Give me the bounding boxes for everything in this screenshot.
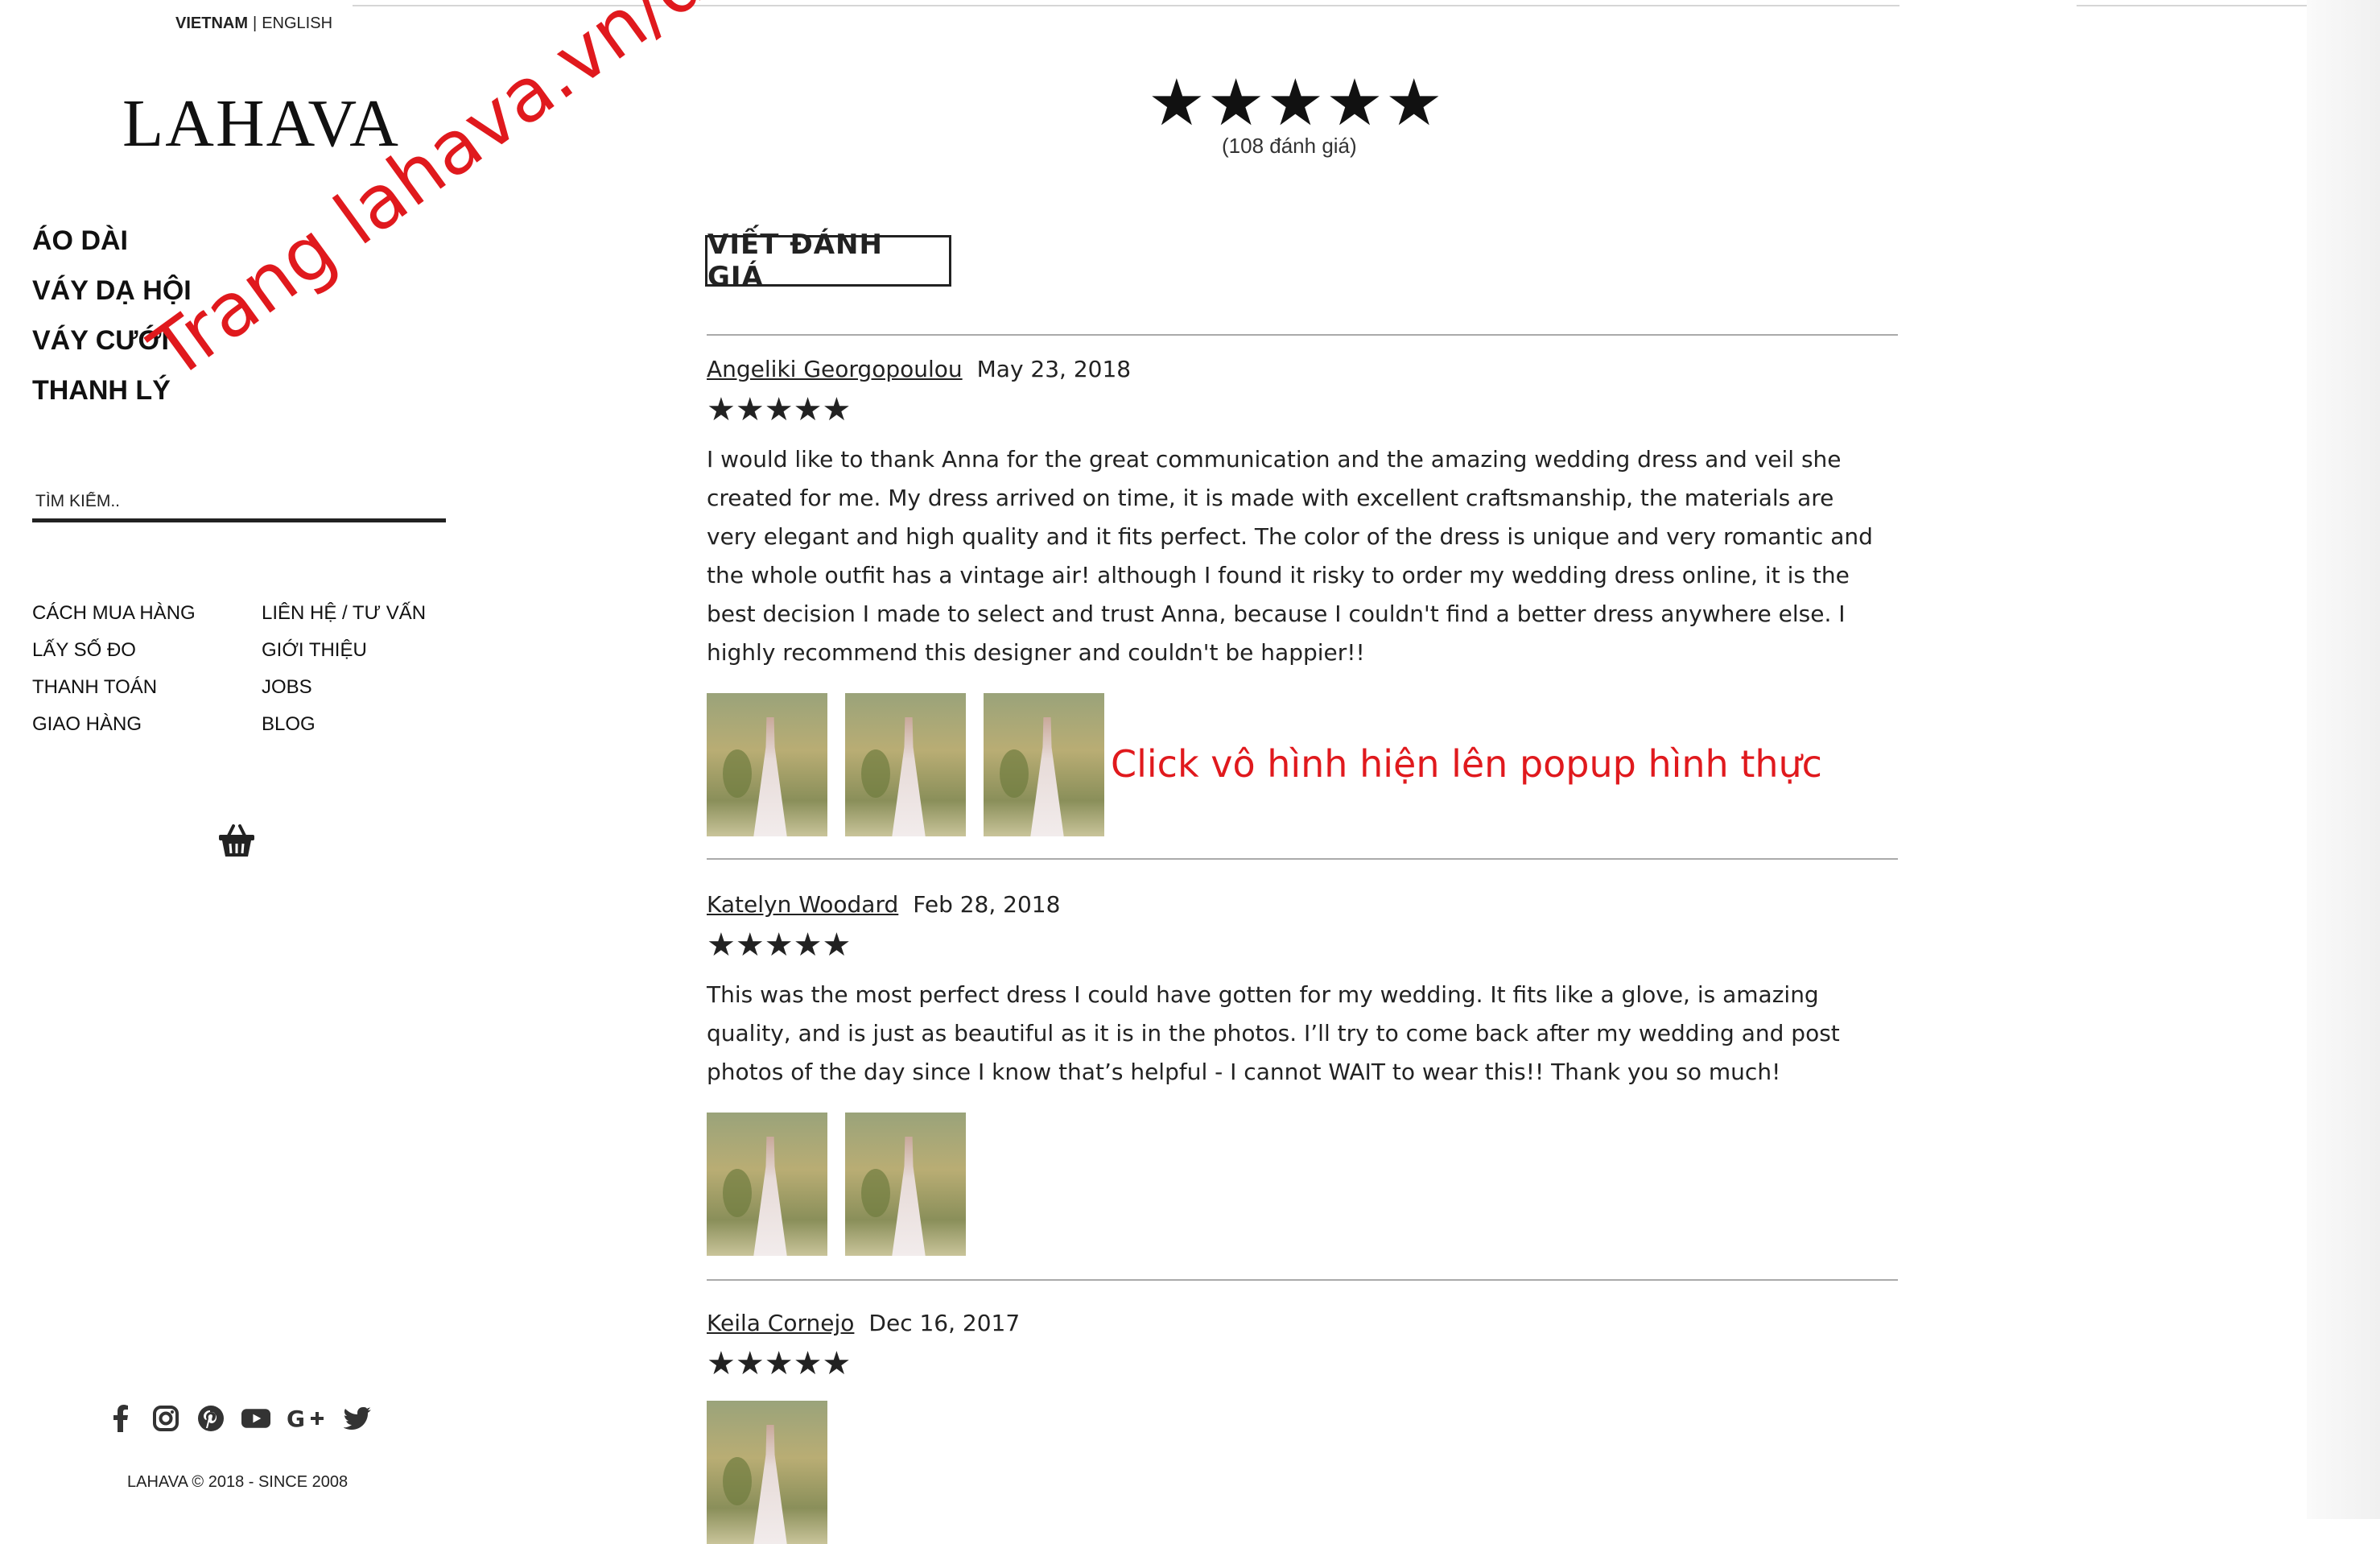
review-photo[interactable]: [707, 1113, 827, 1256]
review-photo[interactable]: [845, 693, 966, 836]
review-header: Keila Cornejo Dec 16, 2017: [707, 1310, 1882, 1336]
pinterest-icon[interactable]: [196, 1404, 225, 1433]
link-gioi-thieu[interactable]: GIỚI THIỆU: [262, 639, 471, 662]
divider: [707, 334, 1898, 336]
review-photos: [707, 1401, 1882, 1544]
language-switch: VIETNAM | ENGLISH: [175, 14, 332, 33]
search-input[interactable]: [32, 485, 446, 522]
review-photo[interactable]: [984, 693, 1104, 836]
overall-rating-stars: ★★★★★: [1148, 65, 1445, 140]
review-item: Keila Cornejo Dec 16, 2017 ★★★★★: [707, 1310, 1882, 1544]
logo[interactable]: LAHAVA: [122, 90, 400, 158]
popup-annotation: Click vô hình hiện lên popup hình thực: [1111, 742, 1822, 786]
instagram-icon[interactable]: [151, 1404, 180, 1433]
google-plus-icon[interactable]: G: [287, 1404, 327, 1433]
link-thanh-toan[interactable]: THANH TOÁN: [32, 676, 262, 699]
review-stars: ★★★★★: [707, 927, 852, 964]
right-edge-shade: [2307, 0, 2380, 1519]
watermark-annotation: Trang lahava.vn/danhgia: [135, 0, 926, 396]
lang-english[interactable]: ENGLISH: [262, 14, 332, 32]
link-jobs[interactable]: JOBS: [262, 676, 471, 699]
nav-item-thanh-ly[interactable]: THANH LÝ: [32, 365, 192, 415]
youtube-icon[interactable]: [241, 1404, 270, 1433]
review-date: May 23, 2018: [976, 356, 1132, 382]
review-header: Angeliki Georgopoulou May 23, 2018: [707, 356, 1882, 382]
review-photo[interactable]: [845, 1113, 966, 1256]
link-lien-he[interactable]: LIÊN HỆ / TƯ VẤN: [262, 602, 471, 625]
social-links: G: [106, 1404, 372, 1433]
link-lay-so-do[interactable]: LẤY SỐ ĐO: [32, 639, 262, 662]
divider: [707, 858, 1898, 860]
review-photo[interactable]: [707, 693, 827, 836]
reviewer-name[interactable]: Keila Cornejo: [707, 1310, 854, 1336]
link-cach-mua-hang[interactable]: CÁCH MUA HÀNG: [32, 602, 262, 625]
review-date: Feb 28, 2018: [913, 891, 1061, 918]
facebook-icon[interactable]: [106, 1404, 135, 1433]
lang-separator: |: [253, 14, 258, 32]
twitter-icon[interactable]: [343, 1404, 372, 1433]
footer-links: CÁCH MUA HÀNG LIÊN HỆ / TƯ VẤN LẤY SỐ ĐO…: [32, 602, 471, 736]
reviewer-name[interactable]: Katelyn Woodard: [707, 891, 898, 918]
write-review-button[interactable]: VIẾT ĐÁNH GIÁ: [705, 229, 951, 293]
reviewer-name[interactable]: Angeliki Georgopoulou: [707, 356, 963, 382]
review-count: (108 đánh giá): [1222, 134, 1357, 158]
review-photos: [707, 1113, 1882, 1256]
review-date: Dec 16, 2017: [868, 1310, 1021, 1336]
review-header: Katelyn Woodard Feb 28, 2018: [707, 891, 1882, 918]
review-text: This was the most perfect dress I could …: [707, 981, 1840, 1085]
review-stars: ★★★★★: [707, 391, 852, 428]
review-text: I would like to thank Anna for the great…: [707, 446, 1873, 666]
link-giao-hang[interactable]: GIAO HÀNG: [32, 713, 262, 736]
nav-item-ao-dai[interactable]: ÁO DÀI: [32, 216, 192, 266]
review-stars: ★★★★★: [707, 1345, 852, 1382]
copyright: LAHAVA © 2018 - SINCE 2008: [127, 1473, 349, 1491]
review-item: Katelyn Woodard Feb 28, 2018 ★★★★★ This w…: [707, 891, 1882, 1256]
top-rule-right: [2077, 5, 2310, 6]
svg-text:G: G: [287, 1406, 305, 1430]
link-blog[interactable]: BLOG: [262, 713, 471, 736]
review-photo[interactable]: [707, 1401, 827, 1544]
divider: [707, 1279, 1898, 1281]
basket-icon[interactable]: [217, 823, 256, 858]
lang-vietnam[interactable]: VIETNAM: [175, 14, 248, 32]
